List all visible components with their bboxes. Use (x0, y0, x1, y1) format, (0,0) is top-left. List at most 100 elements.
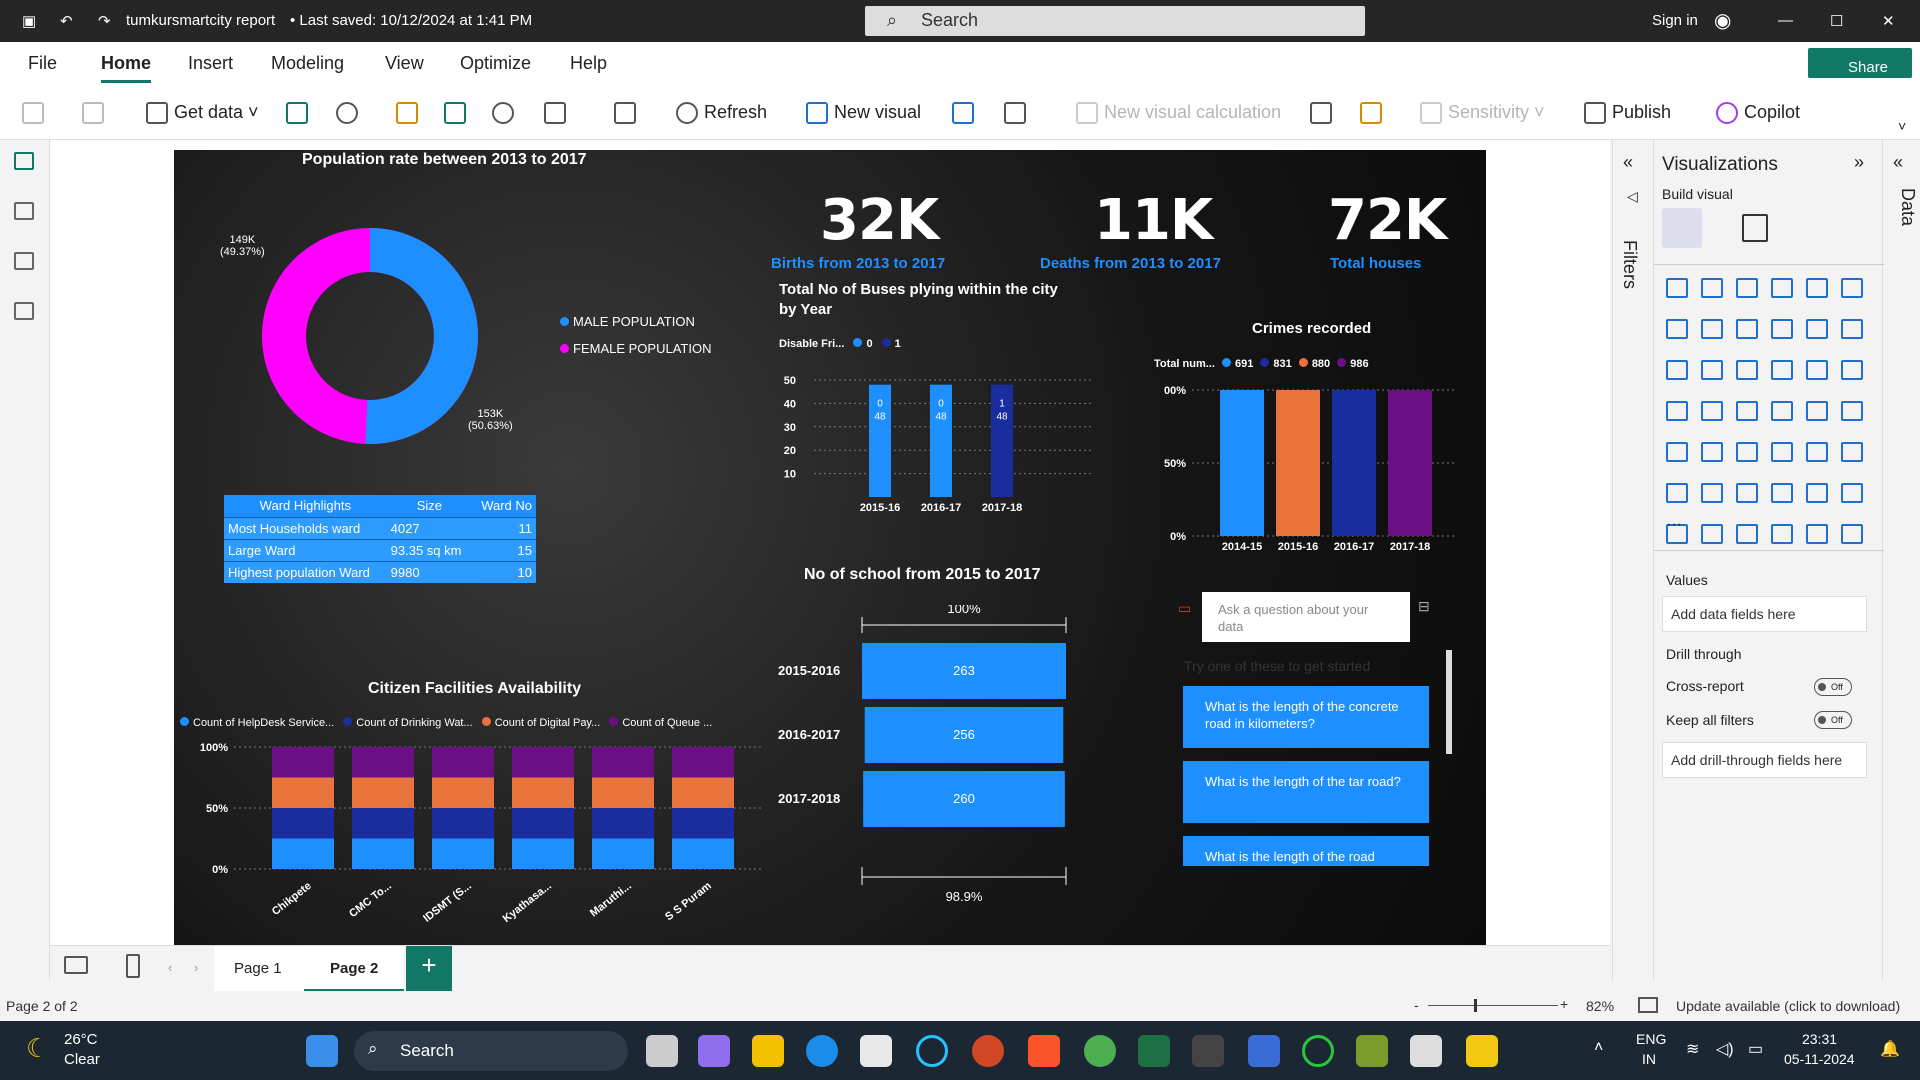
legend-female[interactable]: FEMALE POPULATION (560, 341, 711, 356)
stacked-bar-segment[interactable] (592, 777, 654, 809)
paste-icon[interactable] (22, 102, 50, 125)
clock-time[interactable]: 23:31 (1802, 1031, 1837, 1047)
values-field-well[interactable]: Add data fields here (1662, 596, 1867, 632)
enter-data-icon[interactable] (444, 102, 472, 125)
bar[interactable] (1332, 390, 1376, 536)
visual-type-icon[interactable] (1666, 483, 1688, 503)
table-row[interactable]: Most Households ward 4027 11 (224, 516, 536, 539)
stacked-bar-segment[interactable] (672, 808, 734, 839)
bar[interactable] (1388, 390, 1432, 536)
redo-icon[interactable]: ↷ (98, 12, 111, 30)
more-visuals-icon[interactable]: ··· (1666, 516, 1682, 534)
desktop-layout-icon[interactable] (64, 956, 88, 974)
cortana-icon[interactable] (916, 1035, 948, 1067)
zoom-level[interactable]: 82% (1586, 998, 1614, 1014)
undo-icon[interactable]: ↶ (60, 12, 73, 30)
visual-type-icon[interactable] (1841, 319, 1863, 339)
visual-type-icon[interactable] (1806, 278, 1828, 298)
drill-through-field-well[interactable]: Add drill-through fields here (1662, 742, 1867, 778)
taskbar-search[interactable]: ⌕ Search (354, 1031, 628, 1071)
publish-button[interactable]: Publish (1584, 102, 1671, 125)
language-line2[interactable]: IN (1642, 1051, 1656, 1067)
page-tab-2[interactable]: Page 2 (304, 946, 404, 992)
cross-report-toggle[interactable]: Off (1814, 678, 1852, 696)
notification-bell-icon[interactable]: 🔔 (1880, 1039, 1900, 1059)
powerpoint-icon[interactable] (972, 1035, 1004, 1067)
column-header[interactable]: Ward No (472, 495, 536, 517)
visual-type-icon[interactable] (1736, 278, 1758, 298)
visual-type-icon[interactable] (1666, 442, 1688, 462)
dataverse-icon[interactable] (492, 102, 520, 125)
power-bi-icon[interactable] (1466, 1035, 1498, 1067)
copilot-app-icon[interactable] (698, 1035, 730, 1067)
table-row[interactable]: Large Ward 93.35 sq km 15 (224, 538, 536, 561)
wifi-icon[interactable]: ≋ (1686, 1039, 1699, 1059)
model-view-icon[interactable] (14, 252, 34, 270)
edge-icon[interactable] (806, 1035, 838, 1067)
expand-visualizations-icon[interactable]: » (1854, 152, 1864, 173)
search-input[interactable]: ⌕ Search (865, 6, 1365, 36)
visual-type-icon[interactable] (1841, 442, 1863, 462)
tab-insert[interactable]: Insert (188, 53, 233, 74)
visual-type-icon[interactable] (1736, 319, 1758, 339)
minimize-button[interactable]: — (1778, 12, 1793, 29)
qa-question-input[interactable]: Ask a question about your data (1202, 592, 1410, 642)
app-icon[interactable] (1302, 1035, 1334, 1067)
volume-icon[interactable]: ◁) (1716, 1039, 1734, 1059)
transform-data-icon[interactable] (614, 102, 642, 125)
visual-type-icon[interactable] (1701, 524, 1723, 544)
visual-type-icon[interactable] (1841, 483, 1863, 503)
visual-type-icon[interactable] (1806, 360, 1828, 380)
stacked-bar-segment[interactable] (512, 808, 574, 839)
new-visual-calculation-button[interactable]: New visual calculation (1076, 102, 1281, 125)
tab-help[interactable]: Help (570, 53, 607, 74)
visual-type-icon[interactable] (1736, 483, 1758, 503)
last-saved[interactable]: • Last saved: 10/12/2024 at 1:41 PM (290, 12, 532, 29)
column-header[interactable]: Ward Highlights (224, 495, 387, 517)
clock-date[interactable]: 05-11-2024 (1784, 1051, 1855, 1067)
tab-optimize[interactable]: Optimize (460, 53, 531, 74)
crime-bar-chart[interactable]: 100% 50% 0% 2014-15 2015-16 2016-17 2017-18 (1164, 378, 1464, 578)
refresh-button[interactable]: Refresh (676, 102, 767, 125)
copilot-button[interactable]: Copilot (1716, 102, 1800, 125)
stacked-bar-segment[interactable] (432, 808, 494, 839)
next-page-icon[interactable]: › (194, 960, 198, 975)
stacked-bar-segment[interactable] (592, 747, 654, 778)
stacked-bar-segment[interactable] (432, 747, 494, 778)
keep-filters-toggle[interactable]: Off (1814, 711, 1852, 729)
column-header[interactable]: Size (386, 495, 473, 517)
sensitivity-button[interactable]: Sensitivity ˅ (1420, 102, 1545, 125)
stacked-bar-segment[interactable] (592, 838, 654, 870)
school-funnel-chart[interactable]: 100% 263 2015-2016 256 2016-2017 260 2017-2018… (774, 605, 1154, 905)
account-icon[interactable]: ◉ (1714, 8, 1731, 33)
build-visual-tab-icon[interactable] (1662, 208, 1702, 248)
visual-type-icon[interactable] (1666, 360, 1688, 380)
tab-home[interactable]: Home (101, 53, 152, 83)
stacked-bar-segment[interactable] (272, 777, 334, 809)
stacked-bar-segment[interactable] (432, 838, 494, 870)
share-button[interactable]: Share (1808, 48, 1912, 78)
notepad-icon[interactable] (1248, 1035, 1280, 1067)
show-hidden-icons[interactable]: ˄ (1594, 1039, 1603, 1057)
quick-measure-icon[interactable] (1360, 102, 1388, 125)
stacked-bar-segment[interactable] (512, 838, 574, 870)
new-visual-button[interactable]: New visual (806, 102, 921, 125)
battery-icon[interactable]: ▭ (1748, 1039, 1763, 1059)
visual-type-icon[interactable] (1806, 319, 1828, 339)
stacked-bar-segment[interactable] (592, 808, 654, 839)
visual-type-icon[interactable] (1806, 483, 1828, 503)
fit-to-page-icon[interactable] (1638, 997, 1658, 1013)
temperature[interactable]: 26°C (64, 1031, 98, 1048)
page-tab-1[interactable]: Page 1 (214, 946, 304, 992)
visual-type-icon[interactable] (1841, 278, 1863, 298)
crime-legend[interactable]: Total num... 691 831 880 986 (1154, 358, 1369, 370)
stacked-bar-segment[interactable] (352, 747, 414, 778)
data-pane-label[interactable]: Data (1897, 188, 1918, 226)
visual-type-icon[interactable] (1701, 319, 1723, 339)
zoom-slider-handle[interactable] (1474, 999, 1477, 1012)
sign-in-link[interactable]: Sign in (1652, 12, 1698, 29)
table-view-icon[interactable] (14, 202, 34, 220)
paint-icon[interactable] (1356, 1035, 1388, 1067)
legend-male[interactable]: MALE POPULATION (560, 314, 695, 329)
language-line1[interactable]: ENG (1636, 1031, 1666, 1047)
